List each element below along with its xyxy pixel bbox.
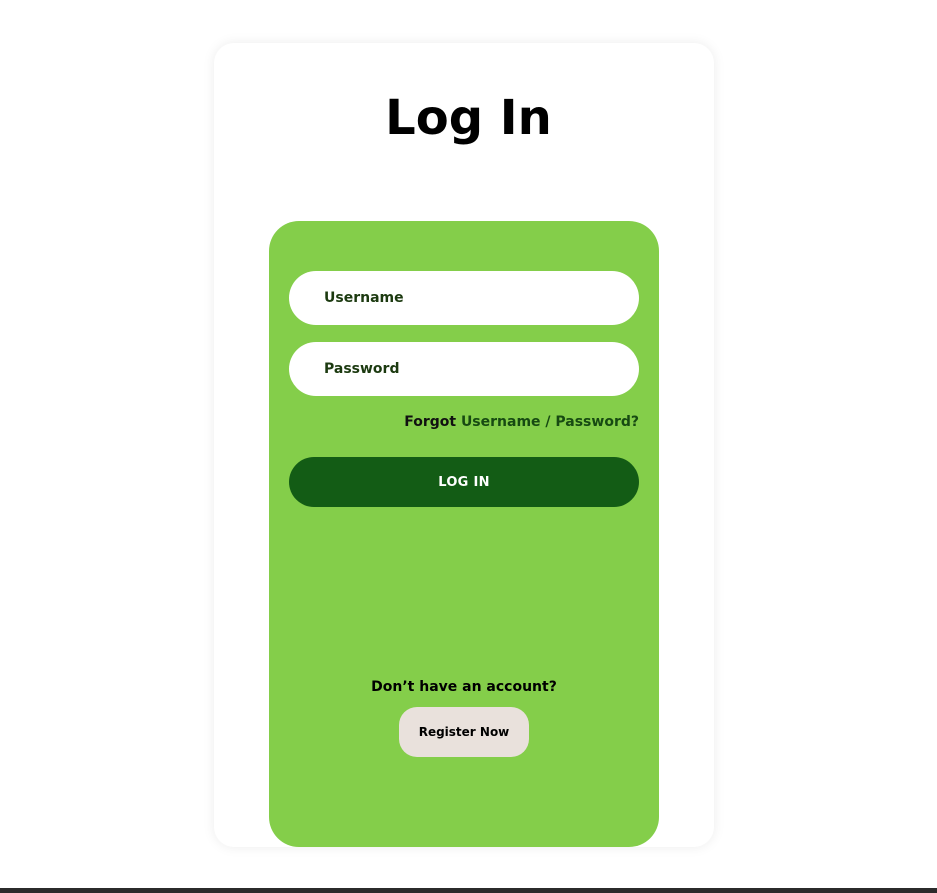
username-field[interactable] xyxy=(289,271,639,325)
password-input[interactable] xyxy=(289,342,639,396)
forgot-credentials: Forgot Username / Password? xyxy=(404,413,639,431)
no-account-prompt: Don’t have an account? xyxy=(371,679,557,695)
page-title: Log In xyxy=(385,90,552,146)
username-input[interactable] xyxy=(289,271,639,325)
login-button[interactable]: LOG IN xyxy=(289,457,639,507)
login-page: Log In Forgot Username / Password? LOG I… xyxy=(0,0,937,893)
bottom-border xyxy=(0,888,937,893)
forgot-credentials-link[interactable]: Username / Password? xyxy=(461,414,639,430)
forgot-prefix: Forgot xyxy=(404,414,457,430)
password-field[interactable] xyxy=(289,342,639,396)
register-button[interactable]: Register Now xyxy=(399,707,529,757)
